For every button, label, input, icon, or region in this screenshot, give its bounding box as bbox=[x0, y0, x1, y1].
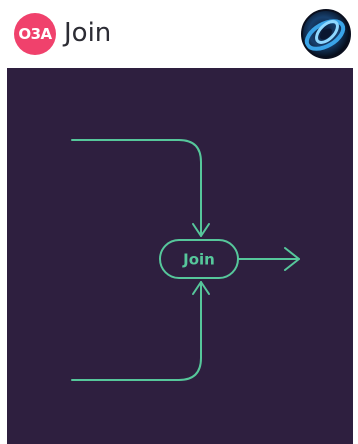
page-title: Join bbox=[64, 18, 112, 48]
diagram-panel: Join bbox=[7, 68, 353, 444]
swirl-logo-icon bbox=[300, 8, 352, 60]
header: O3A Join bbox=[0, 0, 358, 68]
top-input-line bbox=[71, 139, 202, 237]
o3a-badge: O3A bbox=[14, 13, 56, 55]
join-diagram: Join bbox=[71, 139, 300, 381]
bottom-input-line bbox=[71, 281, 202, 381]
join-node-label: Join bbox=[182, 251, 215, 269]
